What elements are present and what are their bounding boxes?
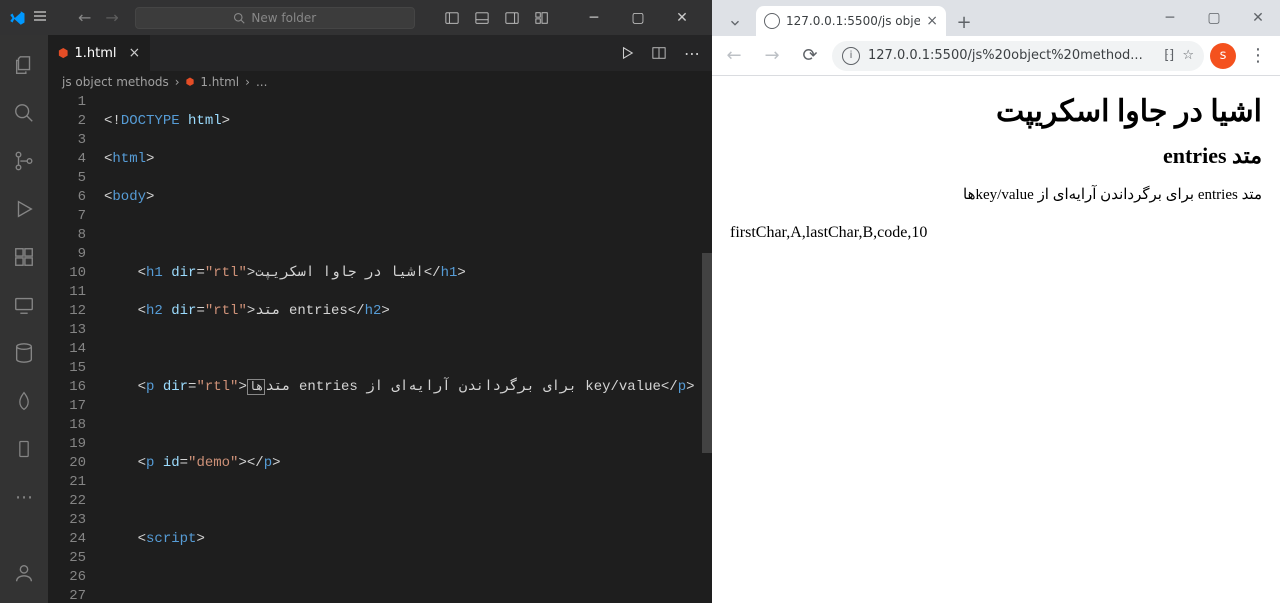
device-icon[interactable] — [0, 427, 48, 471]
vscode-window: ← → New folder ─ ▢ ✕ — [0, 0, 712, 603]
more-actions-icon[interactable]: ⋯ — [684, 44, 700, 63]
profile-avatar[interactable]: s — [1210, 43, 1236, 69]
more-icon[interactable]: ⋯ — [0, 475, 48, 519]
code-editor[interactable]: 1234567891011121314151617181920212223242… — [48, 93, 712, 603]
database-icon[interactable] — [0, 331, 48, 375]
rendered-page: اشیا در جاوا اسکریپت متد entries متد ent… — [712, 76, 1280, 603]
editor-tab-1html[interactable]: ⬢ 1.html × — [48, 35, 151, 71]
accounts-icon[interactable] — [0, 551, 48, 595]
site-info-icon[interactable]: i — [842, 47, 860, 65]
close-button[interactable]: ✕ — [660, 0, 704, 35]
tab-strip: 127.0.0.1:5500/js object method × + ─ ▢ … — [712, 0, 1280, 36]
editor-tabs: ⬢ 1.html × ⋯ — [48, 35, 712, 71]
tab-label: 1.html — [74, 46, 116, 61]
explorer-icon[interactable] — [0, 43, 48, 87]
page-p: متد entries برای برگرداندن آرایه‌ای از k… — [730, 185, 1262, 204]
tab-search-icon[interactable] — [722, 10, 748, 36]
html5-icon: ⬢ — [58, 46, 68, 60]
layout-customize-icon[interactable] — [534, 10, 550, 26]
minimize-button[interactable]: ─ — [572, 0, 616, 35]
run-debug-icon[interactable] — [0, 187, 48, 231]
breadcrumb[interactable]: js object methods › ⬢ 1.html › ... — [48, 71, 712, 93]
search-view-icon[interactable] — [0, 91, 48, 135]
hamburger-menu-icon[interactable] — [32, 8, 52, 28]
line-gutter: 1234567891011121314151617181920212223242… — [48, 93, 104, 603]
forward-button[interactable]: → — [756, 40, 788, 72]
layout-panel-bottom-icon[interactable] — [474, 10, 490, 26]
layout-sidebar-right-icon[interactable] — [504, 10, 520, 26]
bookmark-icon[interactable]: ☆ — [1182, 48, 1194, 63]
nav-back-icon[interactable]: ← — [78, 8, 91, 27]
page-h2: متد entries — [730, 143, 1262, 169]
html5-icon: ⬢ — [186, 77, 195, 88]
browser-minimize[interactable]: ─ — [1148, 0, 1192, 36]
url-text: 127.0.0.1:5500/js%20object%20method... — [868, 48, 1156, 63]
activity-bar: ⋯ — [0, 35, 48, 603]
maximize-button[interactable]: ▢ — [616, 0, 660, 35]
remote-icon[interactable] — [0, 283, 48, 327]
reload-button[interactable]: ⟳ — [794, 40, 826, 72]
back-button[interactable]: ← — [718, 40, 750, 72]
search-icon — [233, 12, 245, 24]
run-icon[interactable] — [620, 46, 634, 60]
page-h1: اشیا در جاوا اسکریپت — [730, 94, 1262, 129]
mongodb-icon[interactable] — [0, 379, 48, 423]
translate-icon[interactable]: ⁅⁆ — [1164, 48, 1174, 63]
new-tab-button[interactable]: + — [950, 8, 978, 36]
editor-area: ⬢ 1.html × ⋯ js object methods › ⬢ 1.htm… — [48, 35, 712, 603]
search-placeholder: New folder — [251, 11, 316, 25]
title-bar: ← → New folder ─ ▢ ✕ — [0, 0, 712, 35]
tab-close-icon[interactable]: × — [129, 45, 141, 61]
tab-close-icon[interactable]: × — [926, 13, 938, 29]
code-content[interactable]: <!DOCTYPE html> <html> <body> <h1 dir="r… — [104, 93, 712, 603]
nav-forward-icon[interactable]: → — [105, 8, 118, 27]
chrome-menu-icon[interactable]: ⋮ — [1242, 40, 1274, 72]
browser-maximize[interactable]: ▢ — [1192, 0, 1236, 36]
nav-arrows: ← → — [78, 8, 119, 27]
command-center-search[interactable]: New folder — [135, 7, 415, 29]
globe-icon — [764, 13, 780, 29]
chrome-window: 127.0.0.1:5500/js object method × + ─ ▢ … — [712, 0, 1280, 603]
extensions-icon[interactable] — [0, 235, 48, 279]
browser-tab-title: 127.0.0.1:5500/js object method — [786, 14, 920, 28]
scrollbar[interactable] — [702, 253, 712, 453]
split-editor-icon[interactable] — [652, 46, 666, 60]
source-control-icon[interactable] — [0, 139, 48, 183]
layout-sidebar-left-icon[interactable] — [444, 10, 460, 26]
vscode-logo-icon — [8, 9, 26, 27]
demo-output: firstChar,A,lastChar,B,code,10 — [730, 224, 1262, 242]
browser-close[interactable]: ✕ — [1236, 0, 1280, 36]
address-bar[interactable]: i 127.0.0.1:5500/js%20object%20method...… — [832, 41, 1204, 71]
browser-toolbar: ← → ⟳ i 127.0.0.1:5500/js%20object%20met… — [712, 36, 1280, 76]
browser-tab[interactable]: 127.0.0.1:5500/js object method × — [756, 6, 946, 36]
